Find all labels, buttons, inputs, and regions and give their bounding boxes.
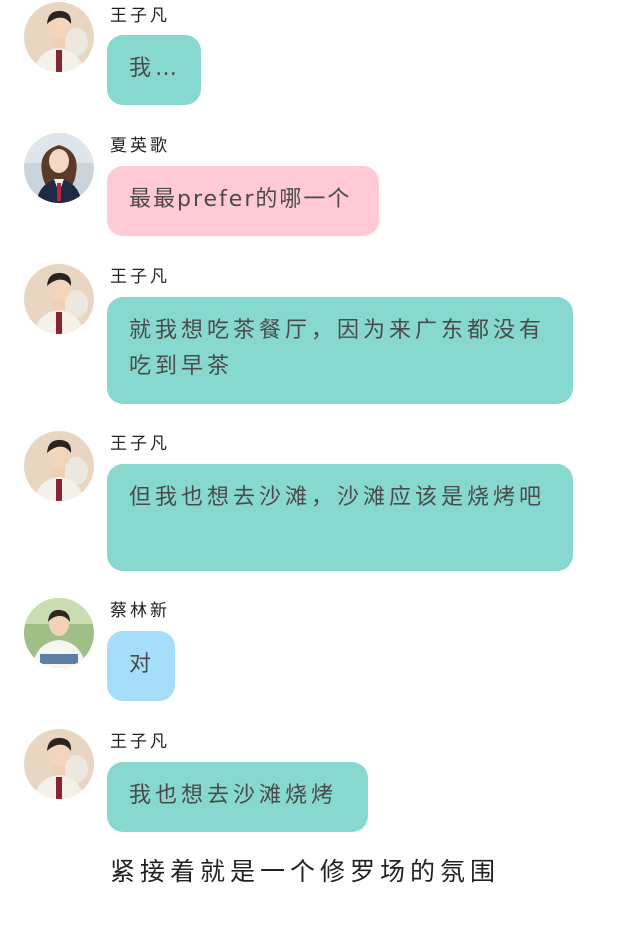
message-bubble[interactable]: 就我想吃茶餐厅，因为来广东都没有吃到早茶 — [107, 297, 573, 404]
sender-name: 王子凡 — [110, 732, 170, 752]
avatar-wang-zifan[interactable] — [24, 431, 94, 501]
avatar-wang-zifan[interactable] — [24, 2, 94, 72]
avatar-xia-yingge[interactable] — [24, 133, 94, 203]
message-bubble[interactable]: 对 — [107, 631, 175, 701]
sender-name: 王子凡 — [110, 6, 170, 26]
message-bubble[interactable]: 但我也想去沙滩，沙滩应该是烧烤吧 — [107, 464, 573, 571]
chat-screen: 王子凡 我… 夏英歌 最最prefer的哪一个 王子凡 就我想吃茶餐厅，因为来广… — [0, 0, 640, 926]
girl-uniform-avatar-icon — [24, 133, 94, 203]
avatar-cai-linxin[interactable] — [24, 598, 94, 668]
boy-uniform-avatar-icon — [24, 431, 94, 501]
caption-text: 紧接着就是一个修罗场的氛围 — [110, 857, 501, 886]
avatar-wang-zifan[interactable] — [24, 264, 94, 334]
boy-uniform-avatar-icon — [24, 2, 94, 72]
avatar-wang-zifan[interactable] — [24, 729, 94, 799]
message-bubble[interactable]: 最最prefer的哪一个 — [107, 166, 379, 236]
boy-outdoor-avatar-icon — [24, 598, 94, 668]
sender-name: 蔡林新 — [110, 601, 170, 621]
sender-name: 王子凡 — [110, 267, 170, 287]
boy-uniform-avatar-icon — [24, 729, 94, 799]
boy-uniform-avatar-icon — [24, 264, 94, 334]
sender-name: 王子凡 — [110, 434, 170, 454]
message-bubble[interactable]: 我… — [107, 35, 201, 105]
message-bubble[interactable]: 我也想去沙滩烧烤 — [107, 762, 368, 832]
sender-name: 夏英歌 — [110, 136, 170, 156]
